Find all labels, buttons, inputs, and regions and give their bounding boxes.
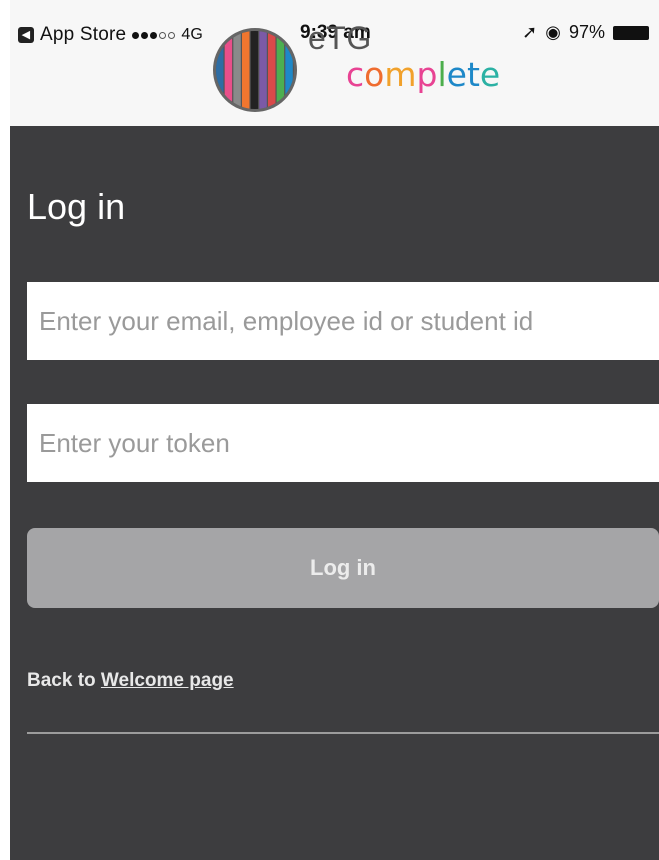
- login-button[interactable]: Log in: [27, 528, 659, 608]
- logo-stripe: [259, 31, 267, 109]
- logo-text-complete: complete: [346, 58, 500, 92]
- logo-letter: c: [346, 55, 365, 94]
- logo-stripe: [268, 31, 276, 109]
- logo-letter: t: [466, 55, 480, 94]
- page-title: Log in: [27, 186, 126, 227]
- logo-letter: o: [364, 55, 385, 94]
- back-prefix: Back to: [27, 670, 101, 691]
- logo-letter: m: [384, 55, 417, 94]
- login-panel: Log in Log in Back to Welcome page: [10, 126, 659, 860]
- alarm-icon: ◉: [545, 22, 561, 42]
- logo-stripe: [242, 31, 250, 109]
- email-input[interactable]: [27, 282, 659, 360]
- back-navigation: Back to Welcome page: [27, 670, 234, 692]
- logo-stripe: [285, 31, 293, 109]
- back-to-app-icon[interactable]: ◀: [18, 27, 34, 43]
- logo-letter: l: [437, 55, 447, 94]
- logo-stripe: [250, 31, 259, 109]
- logo-stripe: [224, 31, 233, 109]
- logo-letter: e: [446, 55, 467, 94]
- etg-logo-icon: [213, 28, 297, 112]
- status-left: ◀ App Store 4G: [18, 24, 203, 46]
- app-header: ◀ App Store 4G 9:39 am ➚ ◉ 97% eTG compl…: [10, 0, 659, 126]
- battery-percent: 97%: [568, 22, 605, 42]
- back-app-label[interactable]: App Store: [40, 24, 126, 46]
- logo-stripe: [276, 31, 285, 109]
- welcome-page-link[interactable]: Welcome page: [101, 670, 234, 691]
- network-type: 4G: [181, 26, 204, 43]
- token-input[interactable]: [27, 404, 659, 482]
- battery-icon: [613, 25, 649, 40]
- logo-stripe: [216, 31, 224, 109]
- status-right: ➚ ◉ 97%: [522, 22, 649, 43]
- divider: [27, 732, 659, 734]
- location-icon: ➚: [522, 22, 538, 42]
- logo-letter: e: [479, 55, 501, 94]
- signal-strength-icon: [132, 31, 176, 39]
- logo-text-etg: eTG: [308, 20, 372, 56]
- logo-stripe: [233, 31, 241, 109]
- logo-letter: p: [416, 55, 438, 94]
